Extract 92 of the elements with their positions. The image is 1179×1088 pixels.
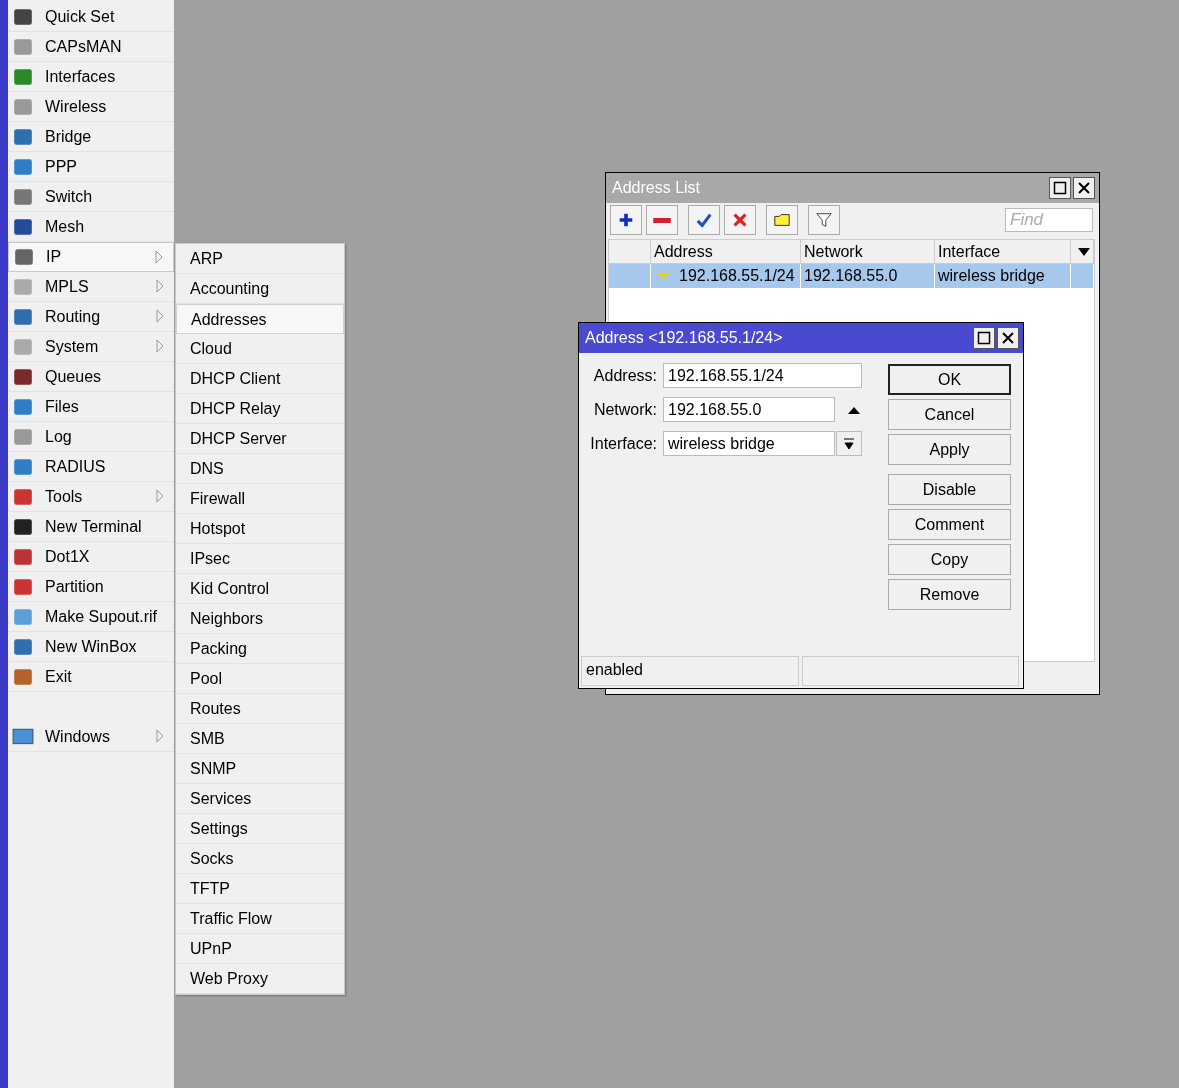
- dialog-button[interactable]: Cancel: [888, 399, 1011, 430]
- minus-icon: [653, 217, 671, 223]
- table-cell-text: 192.168.55.1/24: [679, 266, 795, 286]
- column-header[interactable]: Network: [801, 240, 935, 264]
- field-label: Interface:: [589, 434, 657, 453]
- disable-button[interactable]: [724, 205, 756, 235]
- find-field[interactable]: Find: [1005, 208, 1093, 232]
- submenu-item[interactable]: Firewall: [176, 484, 344, 514]
- dropdown-icon[interactable]: [1077, 247, 1090, 256]
- menu-item[interactable]: Routing: [8, 302, 174, 332]
- table-row[interactable]: 192.168.55.1/24 192.168.55.0 wireless bridge: [609, 264, 1094, 288]
- window-title: Address <192.168.55.1/24>: [585, 329, 784, 347]
- dialog-button[interactable]: Comment: [888, 509, 1011, 540]
- submenu-item[interactable]: Packing: [176, 634, 344, 664]
- dialog-button[interactable]: Remove: [888, 579, 1011, 610]
- maximize-icon: [1053, 181, 1067, 195]
- dialog-button[interactable]: Apply: [888, 434, 1011, 465]
- menu-item[interactable]: Bridge: [8, 122, 174, 152]
- input-field[interactable]: wireless bridge: [663, 431, 835, 456]
- submenu-item[interactable]: ARP: [176, 244, 344, 274]
- menu-item[interactable]: PPP: [8, 152, 174, 182]
- submenu-item[interactable]: Web Proxy: [176, 964, 344, 994]
- submenu-item[interactable]: SMB: [176, 724, 344, 754]
- dialog-button[interactable]: OK: [888, 364, 1011, 395]
- menu-item[interactable]: IP: [8, 242, 174, 272]
- dropdown-button[interactable]: [836, 431, 862, 456]
- input-field[interactable]: 192.168.55.1/24: [663, 363, 862, 388]
- checkmark-icon: [695, 211, 713, 229]
- submenu-item[interactable]: Cloud: [176, 334, 344, 364]
- column-header[interactable]: Address: [651, 240, 801, 264]
- column-header[interactable]: Interface: [935, 240, 1071, 264]
- menu-item[interactable]: Quick Set: [8, 2, 174, 32]
- menu-item[interactable]: Tools: [8, 482, 174, 512]
- table-cell-text: wireless bridge: [938, 266, 1045, 286]
- cross-icon: [731, 211, 749, 229]
- menu-item[interactable]: RADIUS: [8, 452, 174, 482]
- filter-icon: [815, 211, 833, 229]
- close-button[interactable]: [997, 327, 1019, 349]
- submenu-item[interactable]: Socks: [176, 844, 344, 874]
- menu-item[interactable]: Files: [8, 392, 174, 422]
- submenu-item[interactable]: Traffic Flow: [176, 904, 344, 934]
- plus-icon: [617, 211, 635, 229]
- close-icon: [1077, 181, 1091, 195]
- field-label: Network:: [592, 400, 657, 419]
- menu-item[interactable]: CAPsMAN: [8, 32, 174, 62]
- dialog-button[interactable]: Disable: [888, 474, 1011, 505]
- submenu-item[interactable]: DNS: [176, 454, 344, 484]
- submenu-item[interactable]: Routes: [176, 694, 344, 724]
- menu-item[interactable]: Queues: [8, 362, 174, 392]
- submenu-item[interactable]: Kid Control: [176, 574, 344, 604]
- dropdown-icon: [843, 437, 855, 450]
- submenu-item[interactable]: UPnP: [176, 934, 344, 964]
- menu-item[interactable]: New WinBox: [8, 632, 174, 662]
- menu-item[interactable]: Dot1X: [8, 542, 174, 572]
- address-icon: [657, 271, 671, 281]
- menu-item[interactable]: System: [8, 332, 174, 362]
- menu-item[interactable]: Exit: [8, 662, 174, 692]
- table-cell-text: 192.168.55.0: [804, 266, 898, 286]
- field-label: Address:: [592, 366, 657, 385]
- menu-item[interactable]: Wireless: [8, 92, 174, 122]
- menu-item[interactable]: Log: [8, 422, 174, 452]
- menu-item[interactable]: Switch: [8, 182, 174, 212]
- submenu-item[interactable]: Neighbors: [176, 604, 344, 634]
- add-button[interactable]: [610, 205, 642, 235]
- submenu-item[interactable]: DHCP Server: [176, 424, 344, 454]
- menu-item[interactable]: Partition: [8, 572, 174, 602]
- menu-item[interactable]: Windows: [8, 722, 174, 752]
- window-title: Address List: [612, 179, 702, 197]
- dialog-button[interactable]: Copy: [888, 544, 1011, 575]
- submenu-item[interactable]: DHCP Client: [176, 364, 344, 394]
- close-icon: [1001, 331, 1015, 345]
- submenu-item[interactable]: Settings: [176, 814, 344, 844]
- enable-button[interactable]: [688, 205, 720, 235]
- maximize-icon: [977, 331, 991, 345]
- submenu-item[interactable]: SNMP: [176, 754, 344, 784]
- submenu-item[interactable]: Pool: [176, 664, 344, 694]
- submenu-item[interactable]: TFTP: [176, 874, 344, 904]
- submenu-item[interactable]: Hotspot: [176, 514, 344, 544]
- menu-item[interactable]: New Terminal: [8, 512, 174, 542]
- submenu-item[interactable]: DHCP Relay: [176, 394, 344, 424]
- menu-item[interactable]: MPLS: [8, 272, 174, 302]
- submenu-item[interactable]: Services: [176, 784, 344, 814]
- submenu-item[interactable]: Addresses: [176, 304, 344, 334]
- menu-item[interactable]: Make Supout.rif: [8, 602, 174, 632]
- menu-item[interactable]: Interfaces: [8, 62, 174, 92]
- comment-button[interactable]: [766, 205, 798, 235]
- remove-button[interactable]: [646, 205, 678, 235]
- filter-button[interactable]: [808, 205, 840, 235]
- status-text: enabled: [581, 656, 799, 686]
- input-field[interactable]: 192.168.55.0: [663, 397, 835, 422]
- maximize-button[interactable]: [973, 327, 995, 349]
- submenu-item[interactable]: IPsec: [176, 544, 344, 574]
